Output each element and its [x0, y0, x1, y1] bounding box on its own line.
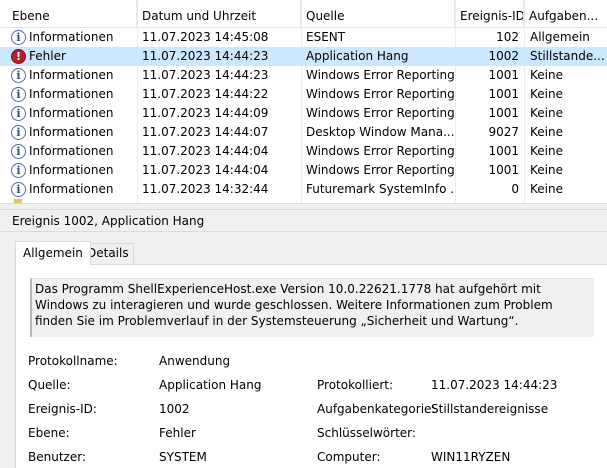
- table-row[interactable]: Informationen 11.07.2023 14:44:09 Windows …: [0, 104, 607, 123]
- level-label: Ebene:: [28, 426, 70, 440]
- cell-event-id: 1001: [488, 106, 519, 120]
- event-description[interactable]: Das Programm ShellExperienceHost.exe Ver…: [30, 278, 594, 337]
- keywords-label: Schlüsselwörter:: [317, 426, 416, 440]
- column-header-level[interactable]: Ebene: [0, 0, 137, 28]
- cell-level: Informationen: [29, 87, 114, 101]
- source-label: Quelle:: [28, 378, 71, 392]
- cell-level: Informationen: [29, 68, 114, 82]
- cell-task: Allgemein: [530, 30, 590, 44]
- cell-datetime: 11.07.2023 14:44:22: [142, 87, 269, 101]
- cell-datetime: 11.07.2023 14:45:08: [142, 30, 269, 44]
- info-icon: [11, 68, 26, 83]
- cell-datetime: 11.07.2023 14:44:09: [142, 106, 269, 120]
- cell-event-id: 0: [511, 182, 519, 196]
- cell-level: Informationen: [29, 182, 114, 196]
- cell-event-id: 102: [496, 30, 519, 44]
- pane-splitter[interactable]: [0, 203, 607, 210]
- cell-level: Informationen: [29, 144, 114, 158]
- cell-level: Informationen: [29, 106, 114, 120]
- table-row[interactable]: Informationen 11.07.2023 14:32:44 Futurema…: [0, 180, 607, 199]
- cell-task: Keine: [530, 87, 563, 101]
- user-value: SYSTEM: [159, 450, 207, 464]
- table-row[interactable]: Informationen 11.07.2023 14:44:22 Windows …: [0, 85, 607, 104]
- general-panel: Das Programm ShellExperienceHost.exe Ver…: [15, 264, 607, 468]
- cell-source: Windows Error Reporting: [306, 144, 454, 158]
- table-row[interactable]: Informationen 11.07.2023 14:44:04 Windows …: [0, 142, 607, 161]
- computer-label: Computer:: [317, 450, 381, 464]
- log-name-value: Anwendung: [159, 354, 231, 368]
- cell-level: Informationen: [29, 163, 114, 177]
- event-list-header: Ebene Datum und Uhrzeit Quelle Ereignis-…: [0, 0, 607, 28]
- column-header-datetime[interactable]: Datum und Uhrzeit: [137, 0, 301, 28]
- cell-level: Informationen: [29, 30, 114, 44]
- cell-source: Windows Error Reporting: [306, 163, 454, 177]
- event-id-label: Ereignis-ID:: [28, 402, 97, 416]
- cell-task: Keine: [530, 144, 563, 158]
- cell-event-id: 1002: [488, 49, 519, 63]
- cell-datetime: 11.07.2023 14:44:04: [142, 144, 269, 158]
- cell-source: Futuremark SystemInfo ...: [306, 182, 454, 196]
- column-header-source[interactable]: Quelle: [301, 0, 455, 28]
- cell-source: Application Hang: [306, 49, 409, 63]
- cell-event-id: 1001: [488, 87, 519, 101]
- cell-task: Stillstande...: [530, 49, 605, 63]
- cell-source: Windows Error Reporting: [306, 68, 454, 82]
- user-label: Benutzer:: [28, 450, 86, 464]
- event-detail-pane: Allgemein Details Das Programm ShellExpe…: [0, 232, 607, 468]
- cell-event-id: 1001: [488, 163, 519, 177]
- cell-datetime: 11.07.2023 14:44:04: [142, 163, 269, 177]
- info-icon: [11, 182, 26, 197]
- cell-datetime: 11.07.2023 14:44:07: [142, 125, 269, 139]
- log-name-label: Protokollname:: [28, 354, 118, 368]
- info-icon: [11, 106, 26, 121]
- table-row[interactable]: Informationen 11.07.2023 14:44:23 Windows …: [0, 66, 607, 85]
- cell-source: Desktop Window Mana...: [306, 125, 454, 139]
- tab-general[interactable]: Allgemein: [15, 241, 91, 265]
- cell-task: Keine: [530, 125, 563, 139]
- task-category-value: Stillstandereignisse: [431, 402, 549, 416]
- event-id-value: 1002: [159, 402, 190, 416]
- cell-datetime: 11.07.2023 14:44:23: [142, 68, 269, 82]
- table-row[interactable]: Fehler 11.07.2023 14:44:23 Application Han…: [0, 47, 607, 66]
- cell-source: Windows Error Reporting: [306, 87, 454, 101]
- info-icon: [11, 125, 26, 140]
- cell-source: Windows Error Reporting: [306, 106, 454, 120]
- event-detail-title: Ereignis 1002, Application Hang: [0, 210, 607, 232]
- table-row[interactable]: Informationen 11.07.2023 14:45:08 ESENT 102…: [0, 28, 607, 47]
- cell-task: Keine: [530, 106, 563, 120]
- column-header-event-id[interactable]: Ereignis-ID: [455, 0, 524, 28]
- table-row[interactable]: Informationen 11.07.2023 14:44:04 Windows …: [0, 161, 607, 180]
- cell-datetime: 11.07.2023 14:32:44: [142, 182, 269, 196]
- computer-value: WIN11RYZEN: [431, 450, 511, 464]
- column-header-task[interactable]: Aufgaben...: [524, 0, 607, 28]
- cell-event-id: 9027: [488, 125, 519, 139]
- cell-source: ESENT: [306, 30, 346, 44]
- logged-label: Protokolliert:: [317, 378, 394, 392]
- cell-level: Informationen: [29, 125, 114, 139]
- error-icon: [11, 49, 26, 64]
- task-category-label: Aufgabenkategorie:: [317, 402, 436, 416]
- source-value: Application Hang: [159, 378, 262, 392]
- info-icon: [11, 87, 26, 102]
- logged-value: 11.07.2023 14:44:23: [431, 378, 558, 392]
- cell-event-id: 1001: [488, 144, 519, 158]
- level-value: Fehler: [159, 426, 196, 440]
- event-list[interactable]: Ebene Datum und Uhrzeit Quelle Ereignis-…: [0, 0, 607, 203]
- cell-event-id: 1001: [488, 68, 519, 82]
- info-icon: [11, 163, 26, 178]
- cell-task: Keine: [530, 163, 563, 177]
- info-icon: [11, 30, 26, 45]
- cell-task: Keine: [530, 182, 563, 196]
- cell-level: Fehler: [29, 49, 66, 63]
- cell-task: Keine: [530, 68, 563, 82]
- cell-datetime: 11.07.2023 14:44:23: [142, 49, 269, 63]
- info-icon: [11, 144, 26, 159]
- table-row[interactable]: Informationen 11.07.2023 14:44:07 Desktop …: [0, 123, 607, 142]
